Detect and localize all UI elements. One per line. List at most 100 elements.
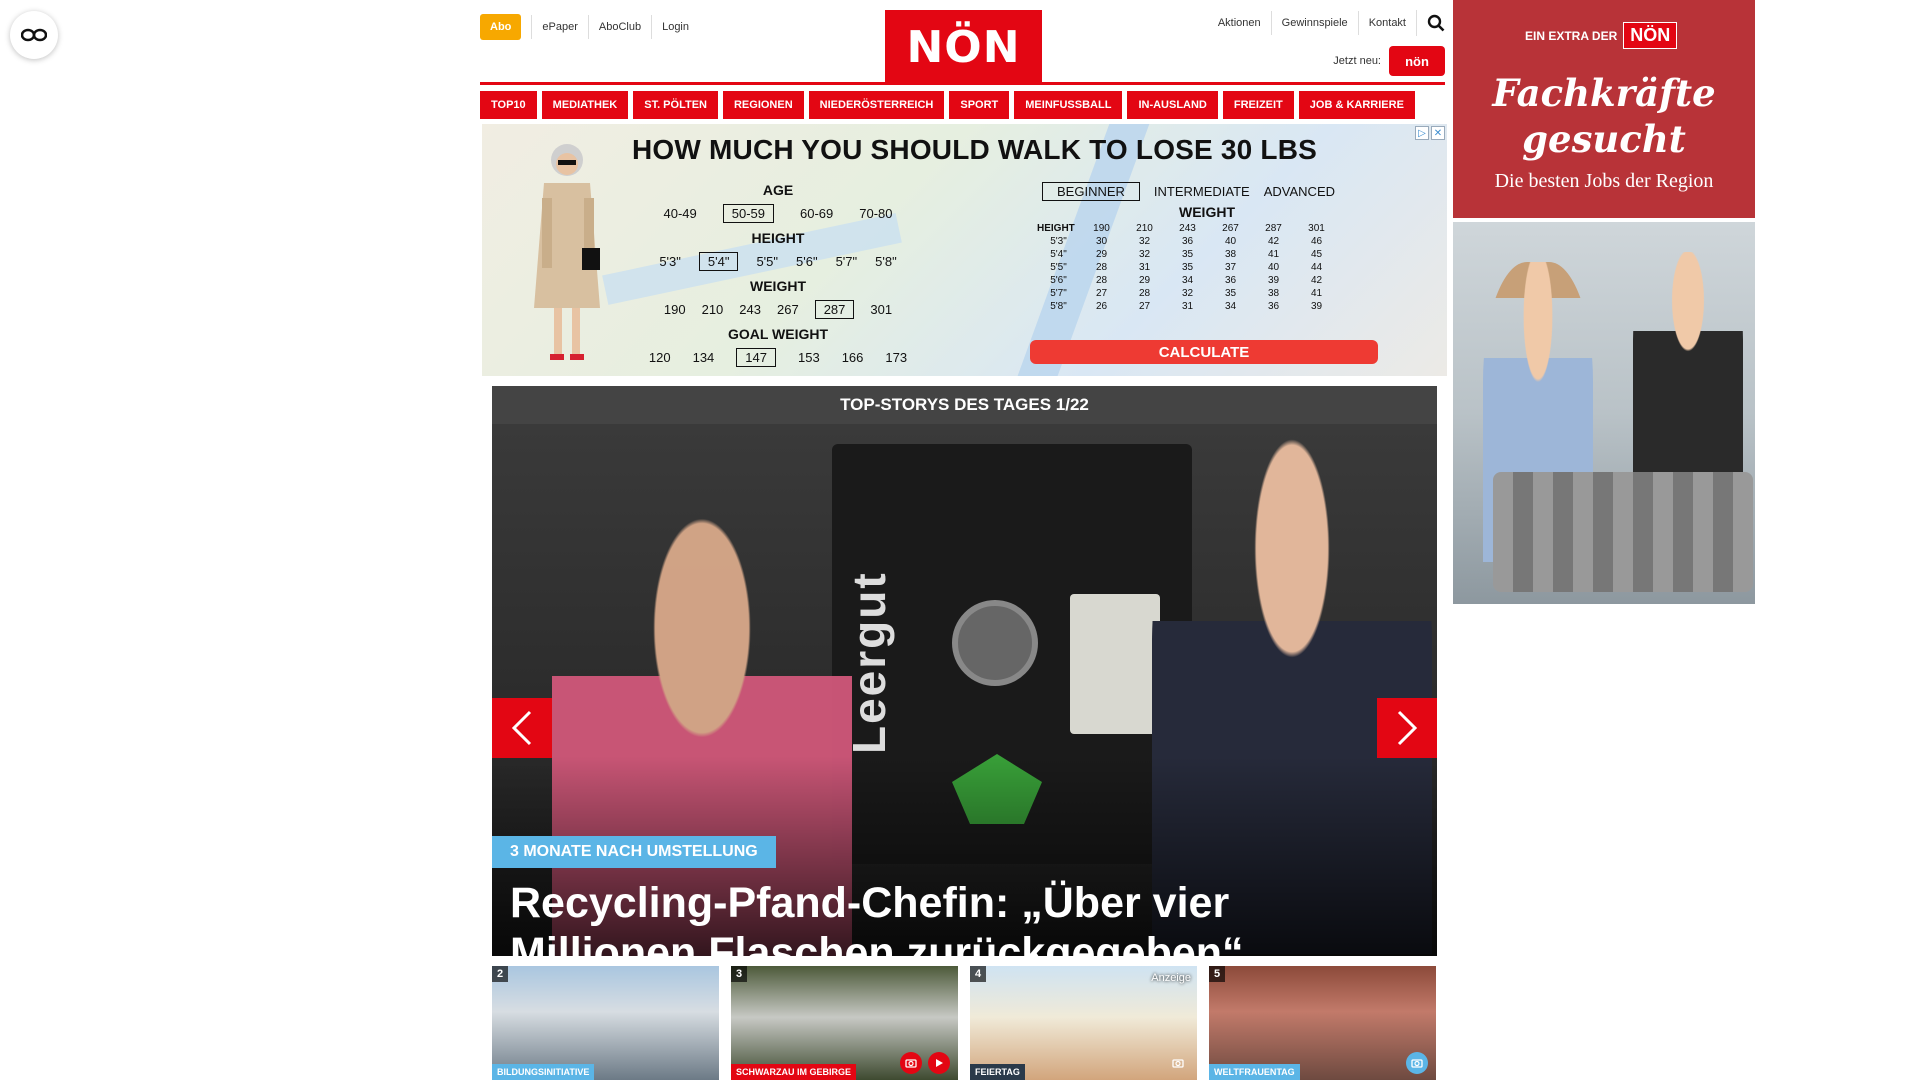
- ad-level-section: BEGINNER INTERMEDIATE ADVANCED: [1042, 182, 1335, 201]
- nav-item-sport[interactable]: SPORT: [949, 91, 1010, 119]
- ad-table-cell: 32: [1138, 236, 1151, 247]
- chevron-right-icon: [1397, 710, 1418, 746]
- ad-weight-row: 190 210 243 267 287 301: [630, 300, 926, 319]
- ad-table-cell: 38: [1267, 288, 1280, 299]
- story-bottle-slot: [952, 600, 1038, 686]
- calculate-button[interactable]: CALCULATE: [1030, 340, 1378, 364]
- carousel-prev-button[interactable]: [492, 698, 552, 758]
- ad-height-option-selected[interactable]: 5'4": [698, 252, 739, 271]
- ad-goal-option[interactable]: 173: [885, 350, 907, 365]
- kontakt-link[interactable]: Kontakt: [1357, 11, 1416, 35]
- ad-level-option[interactable]: ADVANCED: [1264, 184, 1335, 199]
- ad-weight-option[interactable]: 267: [777, 302, 799, 317]
- ad-table-row: 5'7" 27 28 32 35 38 41: [1037, 287, 1338, 300]
- story-image[interactable]: Leergut 3 MONATE NACH UMSTELLUNG Recycli…: [492, 424, 1437, 956]
- nav-item-st-poelten[interactable]: ST. PÖLTEN: [633, 91, 718, 119]
- story-machine-screen: [1070, 594, 1160, 734]
- jetzt-neu: Jetzt neu: nön: [1333, 46, 1445, 76]
- ad-goal-section: GOAL WEIGHT 120 134 147 153 166 173: [630, 326, 926, 367]
- ad-height-option[interactable]: 5'8": [875, 254, 897, 269]
- nav-item-mediathek[interactable]: MEDIATHEK: [541, 91, 629, 119]
- ad-weight-option[interactable]: 210: [702, 302, 724, 317]
- ad-table-cell: 36: [1181, 236, 1194, 247]
- abo-button[interactable]: Abo: [480, 14, 522, 40]
- kleine-non-badge[interactable]: nön: [1389, 46, 1445, 76]
- ad-weight-option[interactable]: 301: [870, 302, 892, 317]
- nav-item-freizeit[interactable]: FREIZEIT: [1222, 91, 1294, 119]
- ad-table-cell: 35: [1224, 288, 1237, 299]
- ad-goal-option[interactable]: 166: [842, 350, 864, 365]
- epaper-link[interactable]: ePaper: [531, 15, 587, 39]
- walk-ad-banner[interactable]: HOW MUCH YOU SHOULD WALK TO LOSE 30 LBS …: [482, 124, 1447, 376]
- nav-item-niederoesterreich[interactable]: NIEDERÖSTERREICH: [808, 91, 945, 119]
- ad-age-option[interactable]: 40-49: [664, 206, 697, 221]
- job-ad-subtitle: Die besten Jobs der Region: [1494, 170, 1714, 192]
- aktionen-link[interactable]: Aktionen: [1208, 11, 1271, 35]
- thumbnail-tag: Bildungsinitiative: [492, 1064, 595, 1080]
- ad-table-row-head: 5'4": [1050, 249, 1067, 260]
- ad-goal-option[interactable]: 153: [798, 350, 820, 365]
- ad-age-option[interactable]: 60-69: [800, 206, 833, 221]
- ad-height-section: HEIGHT 5'3" 5'4" 5'5" 5'6" 5'7" 5'8": [630, 230, 926, 271]
- login-link[interactable]: Login: [651, 15, 699, 39]
- ad-table-cell: 39: [1310, 301, 1323, 312]
- ad-table-row-head: 5'7": [1050, 288, 1067, 299]
- ad-table-cell: 34: [1181, 275, 1194, 286]
- ad-table-row: 5'3" 30 32 36 40 42 46: [1037, 235, 1338, 248]
- ad-age-option[interactable]: 70-80: [859, 206, 892, 221]
- thumbnail-card[interactable]: 3 Schwarzau im Gebirge: [731, 966, 958, 1080]
- thumbnail-number: 3: [731, 966, 748, 982]
- ad-weight-option[interactable]: 243: [739, 302, 761, 317]
- camera-icon: [900, 1052, 922, 1074]
- search-button[interactable]: [1416, 10, 1445, 36]
- ad-weight-option[interactable]: 190: [664, 302, 686, 317]
- chevron-left-icon: [511, 710, 532, 746]
- accessibility-button[interactable]: [10, 11, 58, 59]
- ad-weight-section: WEIGHT 190 210 243 267 287 301: [630, 278, 926, 319]
- ad-goal-option[interactable]: 134: [693, 350, 715, 365]
- nav-item-meinfussball[interactable]: MEINFUSSBALL: [1014, 91, 1123, 119]
- job-ad-engine: [1493, 472, 1753, 592]
- main-nav: TOP10 MEDIATHEK ST. PÖLTEN REGIONEN NIED…: [480, 91, 1445, 119]
- ad-close-icon[interactable]: ✕: [1431, 126, 1445, 140]
- ad-table-row: 5'8" 26 27 31 34 36 39: [1037, 300, 1338, 313]
- ad-controls: ▷ ✕: [1415, 126, 1445, 140]
- thumbnail-card[interactable]: 4 Anzeige Feiertag: [970, 966, 1197, 1080]
- ad-table-cell: 42: [1267, 236, 1280, 247]
- nav-item-regionen[interactable]: REGIONEN: [722, 91, 804, 119]
- job-ad[interactable]: EIN EXTRA DER NÖN Fachkräfte gesucht Die…: [1453, 0, 1755, 604]
- nav-item-in-ausland[interactable]: IN-AUSLAND: [1127, 91, 1218, 119]
- job-ad-logo: NÖN: [1623, 22, 1678, 49]
- gewinnspiele-link[interactable]: Gewinnspiele: [1270, 11, 1358, 35]
- ad-goal-option[interactable]: 120: [649, 350, 671, 365]
- story-headline[interactable]: Recycling-Pfand-Chefin: „Über vier Milli…: [510, 878, 1410, 956]
- ad-age-option-selected[interactable]: 50-59: [722, 204, 774, 223]
- ad-table-cell: 30: [1095, 236, 1108, 247]
- thumbnail-card[interactable]: 2 Bildungsinitiative: [492, 966, 719, 1080]
- ad-table-cell: 29: [1095, 249, 1108, 260]
- ad-table-row-head: 5'6": [1050, 275, 1067, 286]
- top-right-links: Aktionen Gewinnspiele Kontakt: [1208, 10, 1445, 36]
- ad-info-icon[interactable]: ▷: [1415, 126, 1429, 140]
- thumbnail-card[interactable]: 5 Weltfrauentag: [1209, 966, 1436, 1080]
- ad-height-option[interactable]: 5'3": [659, 254, 681, 269]
- ad-height-option[interactable]: 5'6": [796, 254, 818, 269]
- ad-height-option[interactable]: 5'5": [756, 254, 778, 269]
- ad-height-option[interactable]: 5'7": [836, 254, 858, 269]
- carousel-next-button[interactable]: [1377, 698, 1437, 758]
- nav-item-top10[interactable]: TOP10: [480, 91, 537, 119]
- ad-table-col-head: 190: [1093, 223, 1110, 234]
- story-kicker: 3 MONATE NACH UMSTELLUNG: [492, 836, 776, 868]
- aboclub-link[interactable]: AboClub: [587, 15, 651, 39]
- ad-weight-option-selected[interactable]: 287: [814, 300, 855, 319]
- site-logo[interactable]: NÖN: [885, 10, 1042, 84]
- ad-table-row-head: 5'8": [1050, 301, 1067, 312]
- ad-table-cell: 41: [1310, 288, 1323, 299]
- ad-table-cell: 37: [1224, 262, 1237, 273]
- nav-item-job-karriere[interactable]: JOB & KARRIERE: [1298, 91, 1415, 119]
- ad-weight-table: WEIGHT HEIGHT 190 210 243 267 287 301 5'…: [1037, 204, 1377, 313]
- ad-level-option-selected[interactable]: BEGINNER: [1042, 182, 1140, 201]
- ad-level-option[interactable]: INTERMEDIATE: [1154, 184, 1250, 199]
- ad-goal-option-selected[interactable]: 147: [736, 348, 776, 367]
- ad-table-cell: 40: [1224, 236, 1237, 247]
